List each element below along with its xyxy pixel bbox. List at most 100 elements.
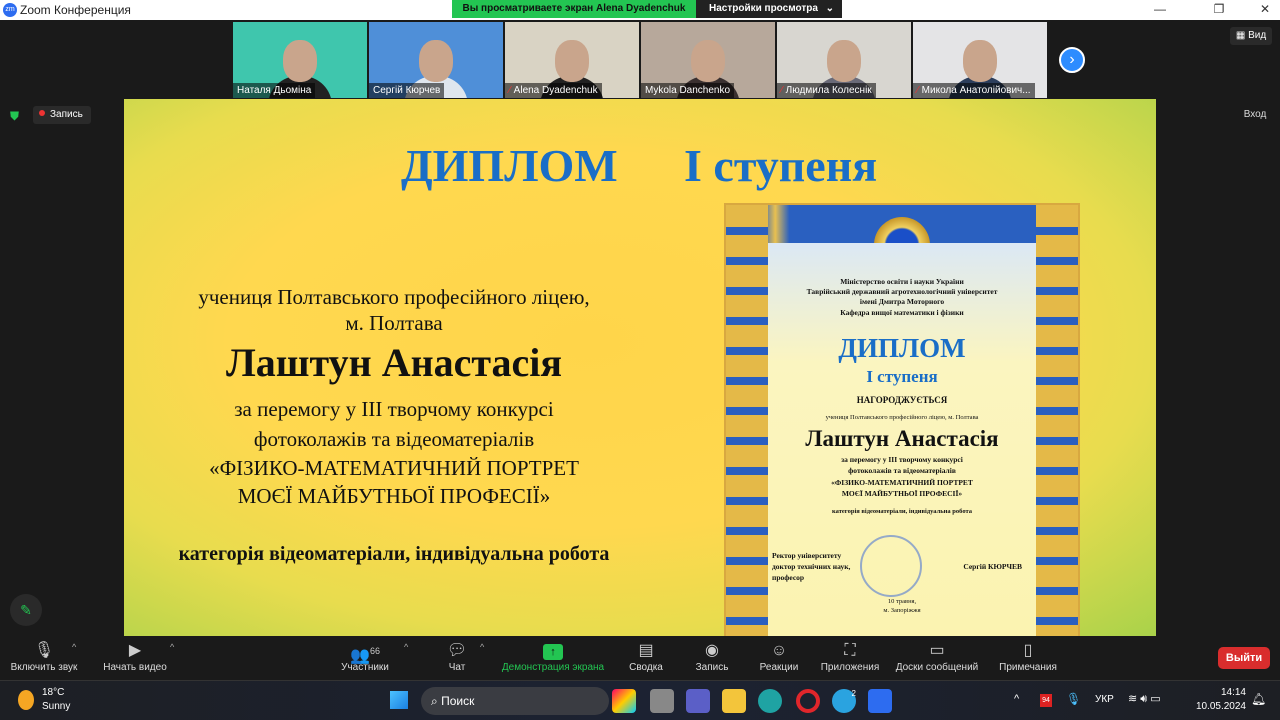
zoom-logo-icon: zm bbox=[3, 3, 17, 17]
slide-text-line: фотоколажів та відеоматеріалів bbox=[253, 427, 535, 451]
participant-face bbox=[555, 40, 589, 82]
participant-name-tag: ⁄ Людмила Колеснік bbox=[777, 83, 876, 98]
view-settings-button[interactable]: Настройки просмотра ⌄ bbox=[696, 0, 842, 18]
chat-label: Чат bbox=[448, 662, 466, 673]
participant-name: Людмила Колеснік bbox=[785, 85, 872, 96]
unmute-button[interactable]: 🎙︎ Включить звук ^ bbox=[8, 640, 80, 673]
teams-icon[interactable] bbox=[686, 689, 710, 713]
participants-label: Участники bbox=[341, 662, 389, 673]
whiteboards-button[interactable]: ▭ Доски сообщений bbox=[892, 640, 982, 673]
video-off-icon: ▶︎ bbox=[128, 642, 142, 659]
chat-button[interactable]: 💬︎ Чат ^ bbox=[440, 640, 484, 673]
weather-temp[interactable]: 18°C bbox=[42, 687, 64, 698]
taskbar-search[interactable]: ⌕ Поиск bbox=[421, 687, 609, 715]
zoom-taskbar-icon[interactable] bbox=[868, 689, 892, 713]
minimize-button[interactable]: — bbox=[1145, 2, 1175, 16]
edge-icon[interactable] bbox=[758, 689, 782, 713]
unmute-label: Включить звук bbox=[10, 662, 78, 673]
opera-icon[interactable] bbox=[796, 689, 820, 713]
share-screen-button[interactable]: ↑ Демонстрация экрана bbox=[500, 640, 606, 673]
task-view-icon[interactable] bbox=[650, 689, 674, 713]
chevron-up-icon[interactable]: ^ bbox=[170, 642, 174, 652]
notes-button[interactable]: ▯ Примечания bbox=[996, 640, 1060, 673]
participant-video-tile[interactable]: Наталя Дьоміна bbox=[233, 22, 367, 98]
slide-title-degree: І ступеня bbox=[684, 140, 878, 191]
show-hidden-icons[interactable]: ^ bbox=[1014, 693, 1019, 705]
record-button[interactable]: ◉ Запись bbox=[692, 640, 732, 673]
apps-icon: ⛶ bbox=[844, 642, 856, 659]
slide-title-diploma: ДИПЛОМ bbox=[401, 140, 618, 191]
maximize-button[interactable]: ❐ bbox=[1204, 2, 1234, 16]
diploma-degree: І ступеня bbox=[866, 367, 938, 386]
windows-taskbar: 18°C Sunny ⌕ Поиск 2 ^ 94 🎙︎ УКР ≋ 🔊︎ ▭ … bbox=[0, 680, 1280, 720]
diploma-signature-title: Ректор університету bbox=[772, 551, 842, 560]
clock-time[interactable]: 14:14 bbox=[1196, 687, 1246, 698]
windows-start-icon[interactable] bbox=[390, 691, 408, 709]
viewing-screen-banner: Вы просматриваете экран Alena Dyadenchuk bbox=[452, 0, 696, 18]
diploma-org: Таврійський державний агротехнологічний … bbox=[806, 287, 998, 296]
search-label: Поиск bbox=[441, 694, 475, 708]
participant-video-tile[interactable]: ⁄ Людмила Колеснік bbox=[777, 22, 911, 98]
notes-label: Примечания bbox=[999, 662, 1057, 673]
wifi-volume-battery-icons[interactable]: ≋ 🔊︎ ▭ bbox=[1128, 692, 1161, 706]
reactions-button[interactable]: ☺ Реакции bbox=[756, 640, 802, 673]
muted-mic-icon: 🎙︎ bbox=[33, 642, 55, 659]
participant-name-tag: Наталя Дьоміна bbox=[233, 83, 316, 98]
telegram-icon[interactable]: 2 bbox=[832, 689, 856, 713]
participant-video-tile[interactable]: Сергій Кюрчев bbox=[369, 22, 503, 98]
clock-date[interactable]: 10.05.2024 bbox=[1190, 701, 1246, 712]
annotate-pen-icon[interactable]: ✎ bbox=[10, 594, 42, 626]
slide-student-line: учениця Полтавського професійного ліцею, bbox=[198, 285, 590, 309]
participant-video-tile[interactable]: ⁄ Alena Dyadenchuk bbox=[505, 22, 639, 98]
summary-button[interactable]: ▤ Сводка bbox=[624, 640, 668, 673]
participant-name: Сергій Кюрчев bbox=[373, 85, 441, 96]
close-button[interactable]: ✕ bbox=[1250, 2, 1280, 16]
view-button[interactable]: ▦ Вид bbox=[1230, 27, 1272, 45]
summary-label: Сводка bbox=[629, 662, 663, 673]
window-title: Zoom Конференция bbox=[20, 3, 131, 17]
leave-button[interactable]: Выйти bbox=[1218, 647, 1270, 669]
diploma-org: Кафедра вищої математики і фізики bbox=[840, 308, 964, 317]
diploma-org: Міністерство освіти і науки України bbox=[840, 277, 964, 286]
whiteboard-icon: ▭ bbox=[929, 642, 945, 659]
chevron-up-icon[interactable]: ^ bbox=[404, 642, 408, 652]
microphone-icon[interactable]: 🎙︎ bbox=[1066, 692, 1081, 706]
diploma-title: ДИПЛОМ bbox=[838, 333, 966, 363]
diploma-text: МОЄЇ МАЙБУТНЬОЇ ПРОФЕСІЇ» bbox=[841, 489, 963, 498]
reactions-label: Реакции bbox=[759, 662, 799, 673]
recording-badge[interactable]: Запись bbox=[33, 106, 91, 124]
participants-count: 66 bbox=[369, 646, 380, 656]
participant-face bbox=[827, 40, 861, 82]
participants-button[interactable]: 👥66 Участники ^ bbox=[338, 640, 408, 673]
chevron-up-icon[interactable]: ^ bbox=[72, 642, 76, 652]
diploma-image: Міністерство освіти і науки України Тавр… bbox=[724, 203, 1080, 636]
share-screen-icon: ↑ bbox=[500, 640, 606, 662]
record-dot-icon bbox=[39, 110, 45, 116]
muted-mic-icon: ⁄ bbox=[917, 85, 919, 96]
chevron-down-icon: ⌄ bbox=[825, 3, 834, 14]
antivirus-icon[interactable]: 94 bbox=[1040, 694, 1052, 707]
participant-name: Mykola Danchenko bbox=[645, 85, 731, 96]
record-label: Запись bbox=[695, 662, 729, 673]
notifications-bell-icon[interactable]: 🔔︎ bbox=[1251, 692, 1266, 706]
diploma-category: категорія відеоматеріали, індивідуальна … bbox=[831, 508, 973, 515]
weather-condition[interactable]: Sunny bbox=[42, 701, 70, 712]
language-indicator[interactable]: УКР bbox=[1095, 694, 1114, 705]
participant-video-tile[interactable]: ⁄ Микола Анатолійович... bbox=[913, 22, 1047, 98]
participant-name-tag: ⁄ Микола Анатолійович... bbox=[913, 83, 1035, 98]
participant-video-tile[interactable]: Mykola Danchenko bbox=[641, 22, 775, 98]
exit-fullscreen-button[interactable]: Вход bbox=[1236, 106, 1274, 124]
slide-text-line: «ФІЗИКО-МАТЕМАТИЧНИЙ ПОРТРЕТ bbox=[209, 456, 579, 480]
shield-icon[interactable]: ⛊ bbox=[10, 109, 19, 124]
file-explorer-icon[interactable] bbox=[722, 689, 746, 713]
apps-button[interactable]: ⛶ Приложения bbox=[818, 640, 882, 673]
copilot-icon[interactable] bbox=[612, 689, 636, 713]
chevron-up-icon[interactable]: ^ bbox=[480, 642, 484, 652]
start-video-button[interactable]: ▶︎ Начать видео ^ bbox=[100, 640, 174, 673]
next-page-button[interactable]: › bbox=[1059, 47, 1085, 73]
slide-winner-name: Лаштун Анастасія bbox=[225, 340, 563, 385]
grid-icon: ▦ bbox=[1235, 30, 1249, 41]
participant-name-tag: ⁄ Alena Dyadenchuk bbox=[505, 83, 602, 98]
reactions-icon: ☺ bbox=[770, 642, 788, 659]
slide-category: категорія відеоматеріали, індивідуальна … bbox=[178, 543, 610, 565]
